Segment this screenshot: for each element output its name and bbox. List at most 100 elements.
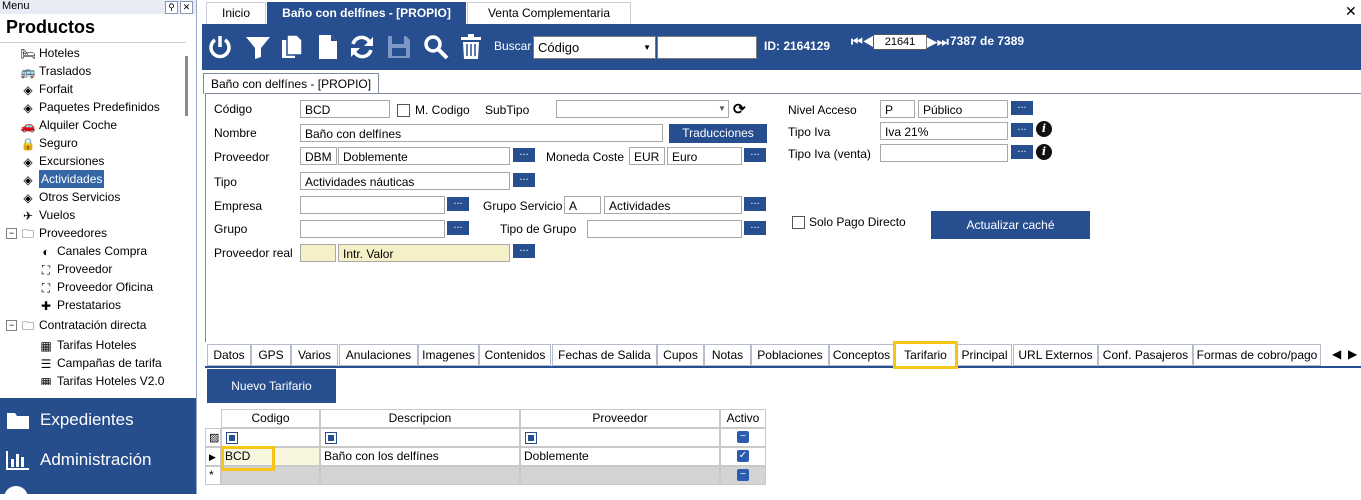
proveedor-name-field[interactable]: Doblemente	[338, 147, 510, 165]
grupo-servicio-name-field[interactable]: Actividades	[604, 196, 742, 214]
trash-icon[interactable]	[458, 34, 484, 60]
codigo-field[interactable]: BCD	[300, 100, 390, 118]
new-row-icon[interactable]: *	[205, 466, 221, 485]
tab-fechas-salida[interactable]: Fechas de Salida	[552, 344, 657, 366]
cell-proveedor[interactable]: Doblemente	[520, 447, 720, 466]
sidebar-item-campanas[interactable]: ☰ Campañas de tarifa	[38, 354, 162, 372]
power-icon[interactable]	[207, 34, 233, 60]
tree-scrollbar[interactable]	[185, 56, 188, 116]
sidebar-item-contratacion[interactable]: − 🗀 Contratación directa	[6, 316, 146, 334]
tab-tarifario[interactable]: Tarifario	[893, 341, 958, 369]
nombre-field[interactable]: Baño con delfínes	[300, 124, 663, 142]
new-document-icon[interactable]	[315, 34, 341, 60]
cell-activo[interactable]: ✓	[720, 447, 766, 466]
new-cell-descripcion[interactable]	[320, 466, 520, 485]
tab-anulaciones[interactable]: Anulaciones	[339, 344, 418, 366]
tipo-field[interactable]: Actividades náuticas	[300, 172, 510, 190]
tab-varios[interactable]: Varios	[291, 344, 338, 366]
copy-icon[interactable]	[279, 34, 305, 60]
proveedor-real-code-field[interactable]	[300, 244, 336, 262]
grupo-lookup-button[interactable]: ...	[447, 220, 469, 235]
nav-expedientes[interactable]: Expedientes	[0, 400, 196, 440]
grupo-field[interactable]	[300, 220, 445, 238]
sidebar-item-alquiler-coche[interactable]: 🚗 Alquiler Coche	[20, 116, 118, 134]
grupo-servicio-lookup-button[interactable]: ...	[744, 196, 766, 211]
sidebar-item-prestatarios[interactable]: ✚ Prestatarios	[38, 296, 121, 314]
tab-url-externos[interactable]: URL Externos	[1013, 344, 1098, 366]
proveedor-real-lookup-button[interactable]: ...	[513, 243, 535, 258]
save-icon[interactable]	[386, 34, 412, 60]
tab-inicio[interactable]: Inicio	[206, 2, 266, 24]
sidebar-item-tarifas-hoteles[interactable]: ▦ Tarifas Hoteles	[38, 336, 136, 354]
sidebar-item-proveedores[interactable]: − 🗀 Proveedores	[6, 224, 107, 242]
cell-descripcion[interactable]: Baño con los delfínes	[320, 447, 520, 466]
tipo-iva-field[interactable]: Iva 21%	[880, 122, 1008, 140]
filter-cell-descripcion[interactable]	[320, 428, 520, 447]
filter-cell-proveedor[interactable]	[520, 428, 720, 447]
next-last-icon[interactable]: ▶⏭	[927, 34, 949, 50]
solo-pago-directo-checkbox[interactable]	[792, 216, 805, 229]
sidebar-item-actividades[interactable]: ◈ Actividades	[20, 170, 105, 188]
new-cell-activo[interactable]: −	[720, 466, 766, 485]
refresh-icon[interactable]	[349, 34, 375, 60]
actualizar-cache-button[interactable]: Actualizar caché	[931, 211, 1090, 239]
tab-principal[interactable]: Principal	[957, 344, 1012, 366]
record-number-input[interactable]: 21641	[873, 34, 927, 50]
tipo-lookup-button[interactable]: ...	[513, 172, 535, 187]
refresh-icon[interactable]: ⟳	[733, 100, 746, 118]
search-field-select[interactable]: Código ▼	[533, 36, 656, 59]
sidebar-item-tarifas-v2[interactable]: ▦ Tarifas Hoteles V2.0	[38, 372, 164, 385]
tab-poblaciones[interactable]: Poblaciones	[751, 344, 829, 366]
sidebar-item-seguro[interactable]: 🔒 Seguro	[20, 134, 78, 152]
filter-cell-codigo[interactable]	[221, 428, 320, 447]
sidebar-item-proveedor[interactable]: ⛶ Proveedor	[38, 260, 113, 278]
sidebar-item-canales-compra[interactable]: ◐ Canales Compra	[38, 242, 147, 260]
scroll-right-icon[interactable]: ▶	[1348, 347, 1357, 361]
tipo-grupo-field[interactable]	[587, 220, 742, 238]
moneda-name-field[interactable]: Euro	[667, 147, 742, 165]
new-cell-proveedor[interactable]	[520, 466, 720, 485]
tab-conceptos[interactable]: Conceptos	[829, 344, 894, 366]
tipo-grupo-lookup-button[interactable]: ...	[744, 220, 766, 235]
row-selector-icon[interactable]: ▶	[205, 447, 221, 466]
filter-icon[interactable]	[245, 34, 271, 60]
empresa-field[interactable]	[300, 196, 445, 214]
proveedor-code-field[interactable]: DBM	[300, 147, 337, 165]
tab-datos[interactable]: Datos	[207, 344, 251, 366]
proveedor-real-name-field[interactable]: Intr. Valor	[338, 244, 510, 262]
tab-bano-delfines[interactable]: Baño con delfínes - [PROPIO]	[267, 2, 466, 24]
edit-row-icon[interactable]: ▨	[205, 428, 221, 447]
sidebar-item-proveedor-oficina[interactable]: ⛶ Proveedor Oficina	[38, 278, 153, 296]
nuevo-tarifario-button[interactable]: Nuevo Tarifario	[207, 369, 336, 403]
filter-cell-activo[interactable]: −	[720, 428, 766, 447]
sidebar-item-otros-servicios[interactable]: ◈ Otros Servicios	[20, 188, 120, 206]
tab-imagenes[interactable]: Imagenes	[418, 344, 479, 366]
pin-icon[interactable]: ⚲	[165, 1, 178, 14]
col-header-activo[interactable]: Activo	[720, 409, 766, 428]
search-input[interactable]	[657, 36, 757, 59]
info-icon[interactable]: i	[1036, 144, 1052, 160]
tipo-iva-lookup-button[interactable]: ...	[1011, 122, 1033, 137]
col-header-codigo[interactable]: Codigo	[221, 409, 320, 428]
nivel-acceso-name-field[interactable]: Público	[918, 100, 1008, 118]
moneda-lookup-button[interactable]: ...	[744, 147, 766, 162]
traducciones-button[interactable]: Traducciones	[669, 124, 767, 143]
subtipo-select[interactable]	[556, 100, 729, 118]
nivel-acceso-code-field[interactable]: P	[880, 100, 915, 118]
nivel-acceso-lookup-button[interactable]: ...	[1011, 100, 1033, 115]
sidebar-item-vuelos[interactable]: ✈ Vuelos	[20, 206, 75, 224]
sidebar-item-paquetes[interactable]: ◈ Paquetes Predefinidos	[20, 98, 159, 116]
sidebar-item-excursiones[interactable]: ◈ Excursiones	[20, 152, 104, 170]
sidebar-item-forfait[interactable]: ◈ Forfait	[20, 80, 73, 98]
info-icon[interactable]: i	[1036, 121, 1052, 137]
tipo-iva-venta-field[interactable]	[880, 144, 1008, 162]
nav-administracion[interactable]: Administración	[0, 440, 196, 480]
col-header-descripcion[interactable]: Descripcion	[320, 409, 520, 428]
tab-cupos[interactable]: Cupos	[657, 344, 704, 366]
empresa-lookup-button[interactable]: ...	[447, 196, 469, 211]
search-icon[interactable]	[423, 34, 449, 60]
tab-gps[interactable]: GPS	[251, 344, 291, 366]
mcodigo-checkbox[interactable]	[397, 104, 410, 117]
sidebar-item-traslados[interactable]: 🚌 Traslados	[20, 62, 92, 80]
grupo-servicio-code-field[interactable]: A	[564, 196, 601, 214]
